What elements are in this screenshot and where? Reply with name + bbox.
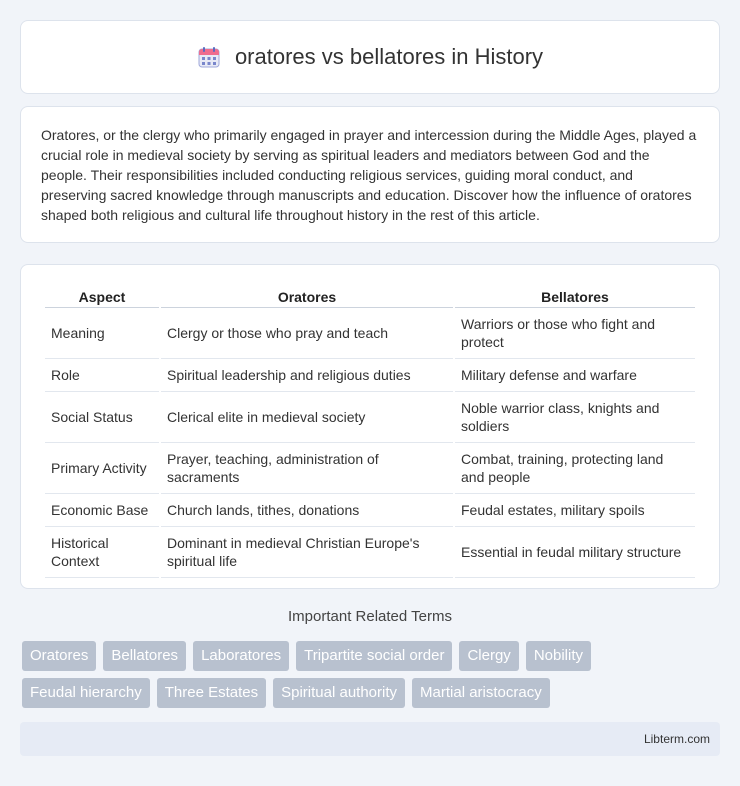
table-cell: Dominant in medieval Christian Europe's … (161, 527, 453, 578)
table-cell: Primary Activity (45, 443, 159, 494)
tag-spiritual-authority[interactable]: Spiritual authority (273, 678, 406, 708)
tag-martial-aristocracy[interactable]: Martial aristocracy (412, 678, 550, 708)
calendar-icon (197, 45, 221, 69)
table-row: Economic Base Church lands, tithes, dona… (45, 494, 695, 527)
table-cell: Military defense and warfare (455, 359, 695, 392)
comparison-table-card: Aspect Oratores Bellatores Meaning Clerg… (20, 264, 720, 589)
table-cell: Noble warrior class, knights and soldier… (455, 392, 695, 443)
intro-card: Oratores, or the clergy who primarily en… (20, 106, 720, 243)
tag-feudal-hierarchy[interactable]: Feudal hierarchy (22, 678, 150, 708)
footer-site-link[interactable]: Libterm.com (644, 732, 710, 746)
comparison-table: Aspect Oratores Bellatores Meaning Clerg… (43, 281, 697, 578)
tag-oratores[interactable]: Oratores (22, 641, 97, 671)
table-row: Historical Context Dominant in medieval … (45, 527, 695, 578)
table-cell: Spiritual leadership and religious dutie… (161, 359, 453, 392)
table-cell: Historical Context (45, 527, 159, 578)
table-cell: Feudal estates, military spoils (455, 494, 695, 527)
table-cell: Church lands, tithes, donations (161, 494, 453, 527)
table-cell: Social Status (45, 392, 159, 443)
related-terms-tags: Oratores Bellatores Laboratores Triparti… (22, 641, 722, 708)
intro-text: Oratores, or the clergy who primarily en… (41, 127, 697, 223)
tag-clergy[interactable]: Clergy (459, 641, 519, 671)
table-cell: Meaning (45, 308, 159, 359)
table-cell: Warriors or those who fight and protect (455, 308, 695, 359)
page-title: oratores vs bellatores in History (234, 44, 544, 69)
tag-bellatores[interactable]: Bellatores (103, 641, 187, 671)
table-row: Role Spiritual leadership and religious … (45, 359, 695, 392)
column-header-aspect: Aspect (45, 281, 159, 308)
table-cell: Prayer, teaching, administration of sacr… (161, 443, 453, 494)
column-header-bellatores: Bellatores (455, 281, 695, 308)
table-cell: Combat, training, protecting land and pe… (455, 443, 695, 494)
tag-nobility[interactable]: Nobility (525, 641, 591, 671)
title-card: oratores vs bellatores in History (20, 20, 720, 94)
table-header-row: Aspect Oratores Bellatores (45, 281, 695, 308)
table-row: Primary Activity Prayer, teaching, admin… (45, 443, 695, 494)
column-header-oratores: Oratores (161, 281, 453, 308)
table-cell: Clerical elite in medieval society (161, 392, 453, 443)
table-cell: Role (45, 359, 159, 392)
table-row: Meaning Clergy or those who pray and tea… (45, 308, 695, 359)
table-cell: Essential in feudal military structure (455, 527, 695, 578)
related-terms-title: Important Related Terms (288, 608, 452, 625)
tag-laboratores[interactable]: Laboratores (193, 641, 290, 671)
footer: Libterm.com (20, 722, 720, 756)
tag-three-estates[interactable]: Three Estates (156, 678, 267, 708)
table-cell: Clergy or those who pray and teach (161, 308, 453, 359)
table-cell: Economic Base (45, 494, 159, 527)
table-row: Social Status Clerical elite in medieval… (45, 392, 695, 443)
tag-tripartite-social-order[interactable]: Tripartite social order (296, 641, 453, 671)
